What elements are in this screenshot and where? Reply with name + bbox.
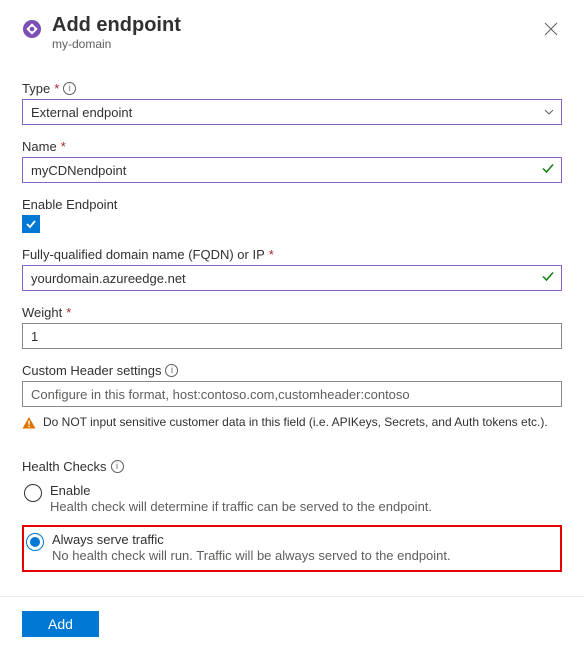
custom-header-field: Custom Header settings i bbox=[22, 363, 562, 407]
enable-checkbox[interactable] bbox=[22, 215, 40, 233]
weight-label: Weight bbox=[22, 305, 62, 320]
add-button-label: Add bbox=[48, 616, 73, 632]
warning-icon bbox=[22, 416, 36, 433]
check-icon bbox=[541, 270, 555, 287]
health-enable-desc: Health check will determine if traffic c… bbox=[50, 499, 556, 514]
health-enable-title: Enable bbox=[50, 483, 556, 498]
custom-header-input-wrap bbox=[22, 381, 562, 407]
name-label: Name bbox=[22, 139, 57, 154]
required-mark: * bbox=[66, 305, 71, 320]
required-mark: * bbox=[269, 247, 274, 262]
fqdn-label: Fully-qualified domain name (FQDN) or IP bbox=[22, 247, 265, 262]
panel-subtitle: my-domain bbox=[52, 37, 530, 51]
custom-header-label: Custom Header settings bbox=[22, 363, 161, 378]
info-icon[interactable]: i bbox=[63, 82, 76, 95]
required-mark: * bbox=[54, 81, 59, 96]
fqdn-input[interactable] bbox=[31, 271, 535, 286]
footer-divider bbox=[0, 596, 584, 597]
radio-checked bbox=[26, 533, 44, 551]
add-button[interactable]: Add bbox=[22, 611, 99, 637]
health-enable-option[interactable]: Enable Health check will determine if tr… bbox=[22, 478, 562, 521]
info-icon[interactable]: i bbox=[111, 460, 124, 473]
check-icon bbox=[541, 162, 555, 179]
radio-unchecked bbox=[24, 484, 42, 502]
weight-field: Weight * bbox=[22, 305, 562, 349]
health-always-option[interactable]: Always serve traffic No health check wil… bbox=[26, 530, 554, 565]
panel-header: Add endpoint my-domain bbox=[22, 14, 562, 51]
name-field: Name * bbox=[22, 139, 562, 183]
type-value: External endpoint bbox=[31, 105, 132, 120]
endpoint-icon bbox=[22, 19, 42, 39]
warning-row: Do NOT input sensitive customer data in … bbox=[22, 415, 562, 433]
name-input-wrap bbox=[22, 157, 562, 183]
custom-header-input[interactable] bbox=[31, 387, 535, 402]
panel-title: Add endpoint bbox=[52, 14, 530, 37]
fqdn-field: Fully-qualified domain name (FQDN) or IP… bbox=[22, 247, 562, 291]
enable-field: Enable Endpoint bbox=[22, 197, 562, 233]
highlighted-option: Always serve traffic No health check wil… bbox=[22, 525, 562, 572]
fqdn-input-wrap bbox=[22, 265, 562, 291]
enable-label: Enable Endpoint bbox=[22, 197, 117, 212]
close-icon bbox=[544, 23, 558, 40]
type-field: Type * i External endpoint bbox=[22, 81, 562, 125]
type-dropdown[interactable]: External endpoint bbox=[22, 99, 562, 125]
weight-input-wrap bbox=[22, 323, 562, 349]
health-always-desc: No health check will run. Traffic will b… bbox=[52, 548, 550, 563]
health-checks-field: Health Checks i Enable Health check will… bbox=[22, 459, 562, 572]
type-label: Type bbox=[22, 81, 50, 96]
weight-input[interactable] bbox=[31, 329, 535, 344]
warning-text: Do NOT input sensitive customer data in … bbox=[43, 415, 548, 429]
health-always-title: Always serve traffic bbox=[52, 532, 550, 547]
info-icon[interactable]: i bbox=[165, 364, 178, 377]
close-button[interactable] bbox=[540, 18, 562, 44]
health-checks-label: Health Checks bbox=[22, 459, 107, 474]
required-mark: * bbox=[61, 139, 66, 154]
chevron-down-icon bbox=[543, 106, 555, 118]
name-input[interactable] bbox=[31, 163, 535, 178]
